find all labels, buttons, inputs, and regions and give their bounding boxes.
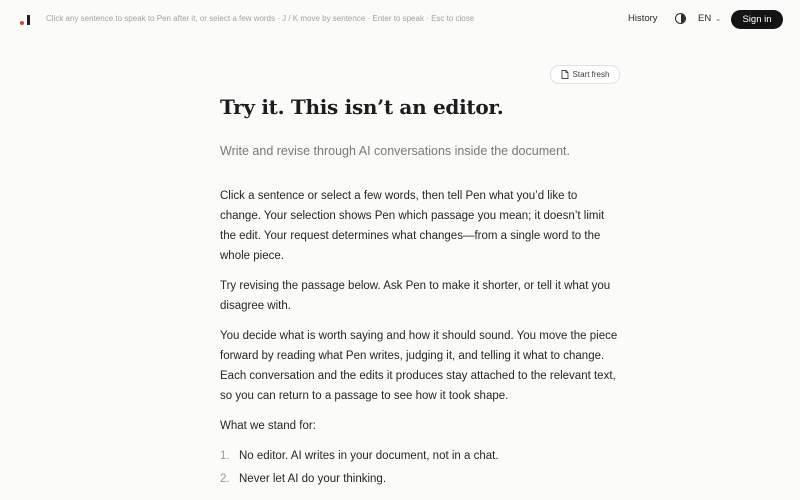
paragraph[interactable]: You decide what is worth saying and how … xyxy=(220,326,620,406)
page-title[interactable]: Try it. This isn’t an editor. xyxy=(220,92,620,122)
page-subtitle[interactable]: Write and revise through AI conversation… xyxy=(220,141,620,161)
chevron-down-icon: ⌄ xyxy=(715,15,722,23)
start-fresh-button[interactable]: Start fresh xyxy=(550,65,620,84)
keyboard-hint: Click any sentence to speak to Pen after… xyxy=(46,14,475,23)
list-item-text: No editor. AI writes in your document, n… xyxy=(239,450,499,462)
logo-bar xyxy=(27,15,30,25)
start-fresh-label: Start fresh xyxy=(572,70,610,79)
list-item-text: Never let AI do your thinking. xyxy=(239,473,387,485)
paragraph[interactable]: Click a sentence or select a few words, … xyxy=(220,186,620,266)
language-selector[interactable]: EN ⌄ xyxy=(698,13,721,24)
logo-icon[interactable] xyxy=(20,14,32,26)
language-label: EN xyxy=(698,13,712,24)
document-icon xyxy=(561,70,568,79)
list-number: 1. xyxy=(220,450,230,462)
list-item[interactable]: 1. No editor. AI writes in your document… xyxy=(220,446,620,466)
history-link[interactable]: History xyxy=(628,13,658,24)
list-number: 2. xyxy=(220,473,230,485)
theme-toggle-icon[interactable] xyxy=(675,13,686,24)
sign-in-button[interactable]: Sign in xyxy=(731,10,783,29)
principles-list: 1. No editor. AI writes in your document… xyxy=(220,446,620,489)
top-bar: Click any sentence to speak to Pen after… xyxy=(0,0,800,40)
paragraph[interactable]: Try revising the passage below. Ask Pen … xyxy=(220,276,620,316)
document-body: Try it. This isn’t an editor. Write and … xyxy=(220,92,620,492)
paragraph[interactable]: What we stand for: xyxy=(220,416,620,436)
logo-dot xyxy=(20,21,24,25)
list-item[interactable]: 2. Never let AI do your thinking. xyxy=(220,469,620,489)
